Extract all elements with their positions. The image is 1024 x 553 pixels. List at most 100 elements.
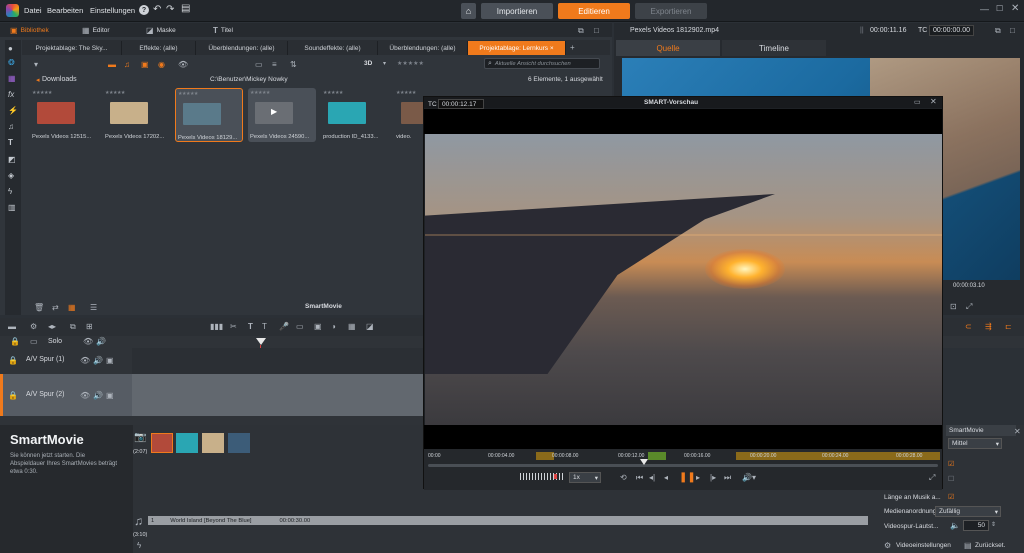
smart-clip-3[interactable] (202, 433, 224, 453)
track1-eye-icon[interactable]: 👁 (80, 356, 90, 365)
rewind-icon[interactable]: ◂ (664, 473, 668, 482)
forward-icon[interactable]: ▸ (696, 473, 700, 482)
preview-detach-icon[interactable]: ⧉ (995, 26, 1001, 36)
rating-stars[interactable]: ★★★★★ (323, 90, 343, 96)
subtab-sound-effects[interactable]: Soundeffekte: (alle) (288, 41, 378, 55)
undo-icon[interactable]: ↶ (153, 4, 161, 15)
color-icon[interactable]: ◑ (331, 322, 336, 331)
media-thumbnail[interactable]: ★★★★★ video. (394, 88, 424, 142)
snapshot-icon[interactable]: ⊡ (950, 302, 957, 311)
smart-tc-field[interactable]: 00:00:12.17 (438, 99, 484, 109)
solo-toggle-icon[interactable]: ▭ (30, 337, 38, 346)
filter-video-icon[interactable]: ▬ (108, 60, 116, 69)
collapse-arrow-icon[interactable]: ◂ (36, 76, 40, 84)
settings-icon[interactable]: ⚙ (30, 322, 37, 331)
help-icon[interactable]: ? (139, 5, 149, 15)
mic-icon[interactable]: 🎤 (279, 322, 289, 331)
folder-icon[interactable]: ▭ (255, 60, 263, 69)
smart-clip-1[interactable] (151, 433, 173, 453)
subtab-transitions-2[interactable]: Überblendungen: (alle) (378, 41, 468, 55)
scrub-bar[interactable] (428, 464, 938, 467)
transitions-icon[interactable]: ▦ (8, 74, 16, 83)
go-start-icon[interactable]: ⏮ (636, 473, 643, 483)
rating-stars[interactable]: ★★★★★ (32, 90, 52, 96)
list-view-icon[interactable]: ≡ (272, 60, 277, 69)
add-tab-icon[interactable]: + (570, 43, 575, 52)
video-settings-gear-icon[interactable]: ⚙ (884, 541, 891, 550)
home-button[interactable]: ⌂ (461, 3, 476, 19)
layer-icon[interactable]: ◪ (366, 322, 374, 331)
track-icon[interactable]: ▭ (296, 322, 304, 331)
rating-stars[interactable]: ★★★★★ (250, 90, 270, 96)
filter-music-icon[interactable]: ♫ (124, 60, 130, 69)
music-clip[interactable]: 1 World Island [Beyond The Blue] 00:00:3… (148, 516, 868, 525)
search-box[interactable]: ⌕ Aktuelle Ansicht durchsuchen (484, 58, 600, 69)
play-icon[interactable]: ▶ (271, 107, 277, 116)
track2-lock-icon[interactable]: 🔒 (8, 391, 18, 400)
speaker-icon[interactable]: 🔊 (96, 337, 106, 346)
preview-tc-field[interactable]: 00:00:00.00 (929, 25, 974, 36)
storyboard-icon[interactable]: ▦ (68, 303, 76, 312)
tab-mask[interactable]: ◪ Maske (146, 25, 176, 36)
audio-mixer-icon[interactable]: ▮▮▮ (210, 322, 223, 331)
fullscreen-exit-icon[interactable]: ⤢ (929, 473, 935, 483)
redo-icon[interactable]: ↷ (166, 4, 174, 15)
duplicate-icon[interactable]: ⊞ (86, 322, 93, 331)
media-thumbnail[interactable]: ★★★★★ Pexels Videos 17202... (103, 88, 171, 142)
copy-icon[interactable]: ⧉ (70, 322, 76, 332)
text-sub-icon[interactable]: T (262, 322, 267, 331)
zoom-icon[interactable]: ◂▸ (48, 322, 56, 331)
track2-eye-icon[interactable]: 👁 (80, 391, 90, 400)
detach-icon[interactable]: ⧉ (578, 26, 584, 36)
eye-icon[interactable]: 👁 (83, 337, 93, 346)
step-forward-icon[interactable]: |▸ (710, 473, 716, 482)
track2-monitor-icon[interactable]: ▣ (106, 391, 114, 400)
expand-icon[interactable]: □ (594, 26, 599, 35)
edit-button[interactable]: Editieren (558, 3, 630, 19)
rating-stars[interactable]: ★★★★★ (396, 90, 416, 96)
subtab-effects[interactable]: Effekte: (alle) (122, 41, 196, 55)
music-icon[interactable]: ♫ (8, 122, 14, 131)
smart-clip-4[interactable] (228, 433, 250, 453)
reset-icon[interactable]: ▤ (964, 541, 972, 550)
save-icon[interactable]: ▤ (181, 3, 190, 14)
media-thumbnail[interactable]: ★★★★★ Pexels Videos 12515... (30, 88, 98, 142)
export-button[interactable]: Exportieren (635, 3, 707, 19)
smart-close-icon[interactable]: ✕ (930, 97, 937, 106)
text-icon[interactable]: T (8, 138, 13, 147)
minimize-icon[interactable]: — (980, 4, 989, 14)
search-input[interactable]: Aktuelle Ansicht durchsuchen (495, 61, 571, 67)
text-tool-icon[interactable]: T (248, 322, 253, 331)
loop-icon[interactable]: ⟲ (620, 473, 627, 482)
menu-settings[interactable]: Einstellungen (90, 6, 135, 15)
track1-monitor-icon[interactable]: ▣ (106, 356, 114, 365)
import-button[interactable]: Importieren (481, 3, 553, 19)
subtab-lernkurs[interactable]: Projektablage: Lernkurs × (468, 41, 566, 55)
tab-title[interactable]: T Titel (213, 25, 233, 36)
scrub-handle[interactable] (640, 459, 648, 465)
quality-dropdown[interactable]: Mittel ▾ (948, 438, 1002, 449)
timeline-menu-icon[interactable]: ▬ (8, 322, 16, 331)
new-bin-icon[interactable]: ▾ (34, 60, 38, 69)
rating-filter-icon[interactable]: ▾ (383, 60, 386, 67)
smart-maximize-icon[interactable]: ▭ (914, 98, 921, 106)
media-thumbnail[interactable]: ★★★★★ Pexels Videos 24590... ▶ (248, 88, 316, 142)
sort-icon[interactable]: ⇅ (290, 60, 297, 69)
speed-dropdown[interactable]: 1x ▾ (569, 472, 601, 483)
fullscreen-icon[interactable]: ⤢ (966, 302, 972, 312)
grid-tool-icon[interactable]: ▦ (348, 322, 356, 331)
volume-stepper-icon[interactable]: ⇕ (991, 521, 996, 528)
media-thumbnail[interactable]: ★★★★★ production ID_4133... (321, 88, 389, 142)
maximize-icon[interactable]: ☐ (996, 4, 1003, 13)
close-icon[interactable]: ✕ (1011, 3, 1019, 14)
rating-stars[interactable]: ★★★★★ (178, 91, 198, 97)
crop-icon[interactable]: ▣ (314, 322, 322, 331)
media-thumbnail[interactable]: ★★★★★ Pexels Videos 18129... (175, 88, 243, 142)
media-order-dropdown[interactable]: Zufällig ▾ (935, 506, 1001, 517)
volume-input[interactable]: 50 (963, 520, 989, 531)
layers-icon[interactable]: ◈ (8, 171, 14, 180)
bin-icon[interactable]: ● (8, 44, 13, 53)
list-icon[interactable]: ☰ (90, 303, 97, 312)
grid-icon[interactable]: ▥ (8, 203, 16, 212)
video-settings-button[interactable]: Videoeinstellungen (896, 542, 951, 549)
